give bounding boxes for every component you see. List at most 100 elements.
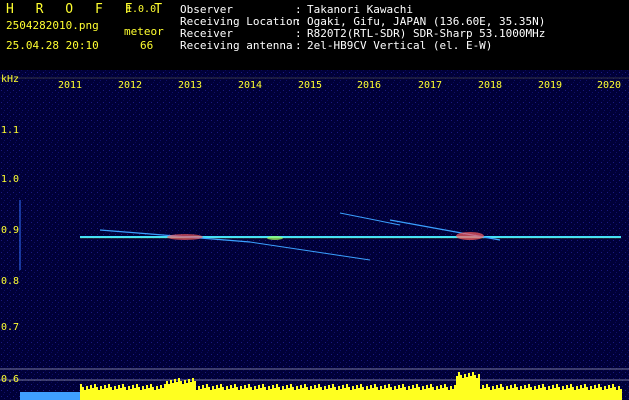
- activity-bar: [302, 388, 304, 400]
- activity-bar: [170, 380, 172, 400]
- activity-bar: [492, 386, 494, 400]
- activity-bar: [598, 384, 600, 400]
- activity-bar: [476, 378, 478, 400]
- activity-bar: [526, 388, 528, 400]
- activity-bar: [188, 379, 190, 400]
- activity-bar: [566, 385, 568, 400]
- activity-bar: [388, 384, 390, 400]
- activity-bar: [512, 388, 514, 400]
- activity-bar: [142, 386, 144, 400]
- activity-bar: [298, 389, 300, 400]
- activity-bar: [294, 390, 296, 400]
- activity-bar: [354, 389, 356, 400]
- activity-bar: [426, 385, 428, 400]
- activity-bar: [86, 386, 88, 400]
- activity-bar: [204, 388, 206, 400]
- activity-bar: [470, 376, 472, 400]
- activity-bar: [116, 389, 118, 400]
- activity-bar: [268, 386, 270, 400]
- activity-bar: [594, 385, 596, 400]
- activity-bar: [92, 388, 94, 400]
- activity-bar: [370, 385, 372, 400]
- activity-bar: [484, 388, 486, 400]
- activity-bar: [148, 388, 150, 400]
- activity-bar: [620, 389, 622, 400]
- activity-bar: [96, 387, 98, 400]
- activity-bar: [250, 387, 252, 400]
- activity-bar: [392, 390, 394, 400]
- activity-bar: [332, 384, 334, 400]
- activity-bar: [362, 387, 364, 400]
- spectrum-background: [0, 70, 629, 400]
- activity-bar: [502, 387, 504, 400]
- activity-bar: [590, 386, 592, 400]
- activity-bar: [300, 385, 302, 400]
- activity-bar: [584, 384, 586, 400]
- activity-bar: [258, 385, 260, 400]
- activity-bar: [424, 389, 426, 400]
- activity-bar: [602, 390, 604, 400]
- activity-bar: [578, 389, 580, 400]
- activity-bar: [460, 375, 462, 400]
- activity-bar: [506, 386, 508, 400]
- activity-bar: [366, 386, 368, 400]
- activity-bar: [516, 387, 518, 400]
- app-version: 1.0.0: [126, 4, 157, 15]
- activity-bar: [534, 386, 536, 400]
- activity-bar: [360, 384, 362, 400]
- activity-bar: [330, 388, 332, 400]
- activity-bar: [618, 386, 620, 400]
- activity-bar: [498, 388, 500, 400]
- activity-bar: [134, 388, 136, 400]
- meteor-echo: [167, 234, 203, 240]
- activity-bar: [454, 385, 456, 400]
- activity-bar: [580, 385, 582, 400]
- activity-bar: [200, 389, 202, 400]
- x-tick-label: 2017: [418, 80, 443, 91]
- activity-bar: [248, 384, 250, 400]
- activity-bar: [428, 388, 430, 400]
- meteor-echo: [456, 232, 484, 240]
- activity-bar: [314, 385, 316, 400]
- y-unit-label: kHz: [1, 74, 20, 85]
- activity-bar: [202, 385, 204, 400]
- activity-bar: [264, 387, 266, 400]
- activity-bar: [98, 390, 100, 400]
- activity-bar: [474, 375, 476, 400]
- activity-bar: [464, 374, 466, 400]
- activity-bar: [144, 389, 146, 400]
- activity-bar: [222, 387, 224, 400]
- activity-bar: [552, 385, 554, 400]
- x-tick-label: 2019: [538, 80, 563, 91]
- activity-bar: [574, 390, 576, 400]
- activity-bar: [490, 390, 492, 400]
- activity-bar: [528, 384, 530, 400]
- activity-bar: [164, 384, 166, 400]
- activity-bar: [612, 384, 614, 400]
- activity-bar: [564, 389, 566, 400]
- activity-bar: [124, 387, 126, 400]
- activity-bar: [280, 390, 282, 400]
- activity-bar: [326, 389, 328, 400]
- activity-bar: [278, 387, 280, 400]
- activity-bar: [522, 389, 524, 400]
- activity-bar: [540, 388, 542, 400]
- activity-bar: [364, 390, 366, 400]
- activity-bar: [550, 389, 552, 400]
- activity-bar: [394, 386, 396, 400]
- activity-bar: [162, 388, 164, 400]
- activity-bar: [266, 390, 268, 400]
- y-tick-label: 0.6: [1, 374, 20, 385]
- activity-bar: [94, 384, 96, 400]
- activity-bar: [242, 389, 244, 400]
- activity-bar: [348, 387, 350, 400]
- file-name: 2504282010.png: [6, 19, 99, 32]
- activity-bar: [208, 387, 210, 400]
- activity-bar: [82, 387, 84, 400]
- activity-bar: [520, 386, 522, 400]
- activity-bar: [442, 388, 444, 400]
- activity-bar: [282, 386, 284, 400]
- activity-bar: [456, 376, 458, 400]
- activity-bar: [216, 385, 218, 400]
- activity-bar: [430, 384, 432, 400]
